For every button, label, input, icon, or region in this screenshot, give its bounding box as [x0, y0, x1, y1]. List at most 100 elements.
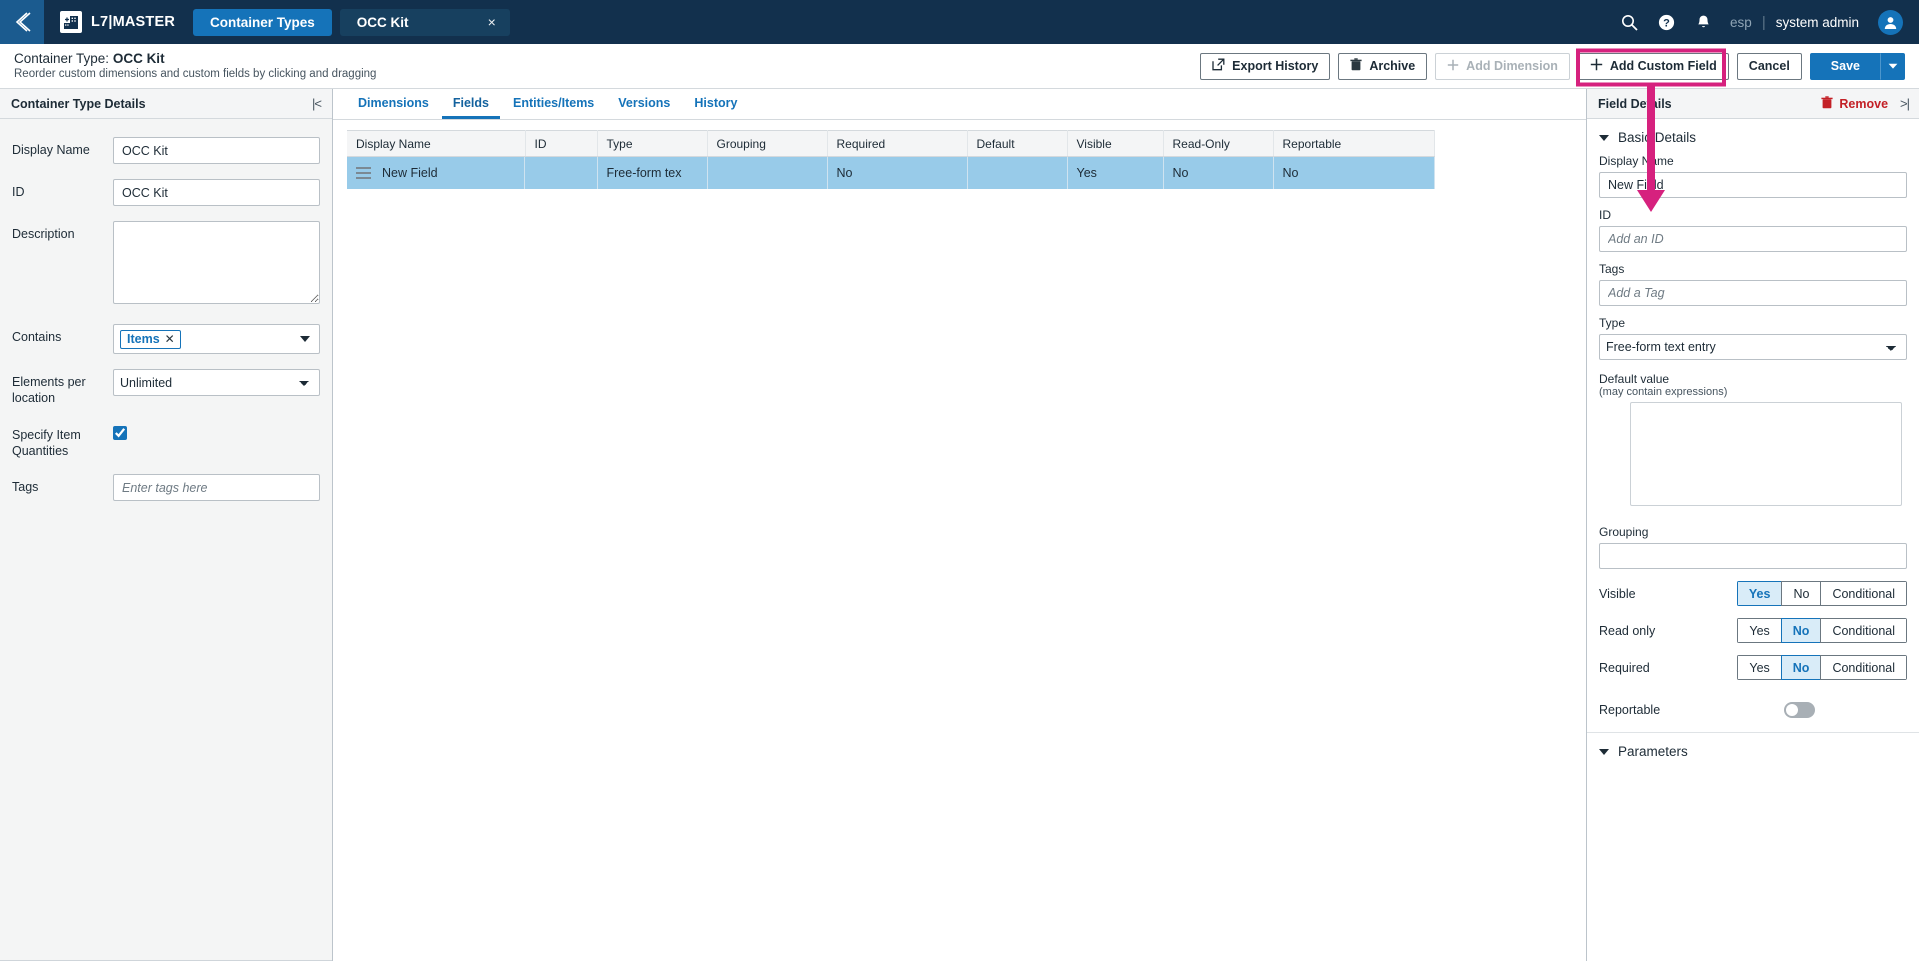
nav-tab-container-types[interactable]: Container Types — [193, 8, 332, 36]
required-option-no[interactable]: No — [1780, 655, 1821, 680]
section-basic-details[interactable]: Basic Details — [1587, 119, 1919, 154]
read-only-option-conditional[interactable]: Conditional — [1820, 618, 1907, 643]
search-icon[interactable] — [1619, 12, 1639, 32]
cancel-button[interactable]: Cancel — [1736, 52, 1802, 80]
tags-input[interactable] — [113, 474, 320, 501]
form-row-tags: Tags — [12, 474, 320, 501]
specify-item-quantities-checkbox[interactable] — [113, 425, 127, 440]
cell-display-name-text: New Field — [382, 166, 438, 180]
field-display-name-input[interactable] — [1599, 172, 1907, 198]
tab-versions[interactable]: Versions — [607, 89, 681, 119]
required-option-conditional[interactable]: Conditional — [1820, 655, 1907, 680]
nav-tab-occ-kit[interactable]: OCC Kit × — [339, 8, 510, 36]
field-id-input[interactable] — [1599, 226, 1907, 252]
collapse-right-icon[interactable]: >| — [1900, 96, 1910, 111]
column-header-required[interactable]: Required — [827, 130, 968, 157]
field-default-value: Default value (may contain expressions) — [1587, 372, 1919, 511]
tab-fields[interactable]: Fields — [441, 89, 500, 119]
back-button[interactable] — [0, 0, 44, 44]
cell-default — [967, 156, 1068, 189]
column-header-type[interactable]: Type — [597, 130, 708, 157]
field-tags-label: Tags — [1599, 262, 1625, 276]
top-navigation-bar: L7|MASTER Container Types OCC Kit × ? es… — [0, 0, 1919, 44]
tab-dimensions[interactable]: Dimensions — [347, 89, 440, 119]
save-button[interactable]: Save — [1809, 52, 1880, 80]
table-row[interactable]: New Field Free-form tex No Yes No No — [347, 156, 1435, 189]
cell-display-name[interactable]: New Field — [347, 157, 525, 189]
external-link-icon — [1212, 58, 1225, 74]
field-id-label: ID — [1599, 208, 1611, 222]
contains-multiselect[interactable]: Items ✕ — [113, 324, 320, 354]
chevron-left-icon — [15, 12, 31, 32]
elements-per-location-select[interactable]: Unlimited — [113, 369, 320, 396]
save-label: Save — [1830, 59, 1860, 73]
required-option-yes[interactable]: Yes — [1737, 655, 1781, 680]
trash-icon — [1350, 58, 1362, 74]
display-name-input[interactable] — [113, 137, 320, 164]
add-custom-field-button[interactable]: Add Custom Field — [1577, 52, 1729, 80]
column-header-default[interactable]: Default — [967, 130, 1068, 157]
page-subtitle: Reorder custom dimensions and custom fie… — [14, 68, 377, 81]
user-avatar-icon[interactable] — [1878, 9, 1903, 35]
column-header-reportable[interactable]: Reportable — [1273, 130, 1435, 157]
description-textarea[interactable] — [113, 221, 320, 304]
column-header-read-only[interactable]: Read-Only — [1163, 130, 1274, 157]
add-dimension-button: Add Dimension — [1435, 52, 1570, 80]
contains-chip-items[interactable]: Items ✕ — [120, 329, 181, 349]
chip-remove-icon[interactable]: ✕ — [165, 332, 175, 346]
field-required-label: Required — [1599, 660, 1650, 675]
cell-type: Free-form tex — [597, 156, 708, 189]
column-header-visible[interactable]: Visible — [1067, 130, 1164, 157]
archive-button[interactable]: Archive — [1338, 52, 1428, 80]
read-only-option-yes[interactable]: Yes — [1737, 618, 1781, 643]
chevron-down-icon[interactable] — [300, 336, 310, 342]
column-header-id[interactable]: ID — [525, 130, 598, 157]
chevron-down-icon — [1599, 134, 1609, 141]
field-read-only-segmented-control: Yes No Conditional — [1737, 618, 1907, 643]
locale-indicator[interactable]: esp — [1730, 15, 1752, 30]
tab-history[interactable]: History — [683, 89, 748, 119]
export-history-button[interactable]: Export History — [1200, 52, 1331, 80]
field-id: ID — [1587, 208, 1919, 252]
field-grouping: Grouping — [1587, 525, 1919, 569]
svg-text:?: ? — [1663, 17, 1670, 29]
read-only-option-no[interactable]: No — [1780, 618, 1821, 643]
cancel-label: Cancel — [1748, 59, 1790, 73]
field-type-select[interactable]: Free-form text entry — [1599, 334, 1907, 360]
left-panel-title: Container Type Details — [11, 96, 146, 111]
tab-entities-items[interactable]: Entities/Items — [502, 89, 605, 119]
toggle-knob — [1786, 704, 1798, 716]
visible-option-yes[interactable]: Yes — [1736, 581, 1782, 606]
nav-tab-strip: Container Types OCC Kit × — [193, 0, 510, 44]
field-details-body: Basic Details Display Name ID Tags Type … — [1587, 119, 1919, 961]
drag-handle-icon[interactable] — [356, 167, 371, 179]
remove-field-button[interactable]: Remove — [1821, 95, 1888, 112]
close-icon[interactable]: × — [488, 14, 496, 30]
field-type: Type Free-form text entry — [1587, 316, 1919, 360]
field-default-value-textarea[interactable] — [1630, 402, 1902, 506]
organization-block[interactable]: L7|MASTER — [60, 11, 175, 33]
id-input[interactable] — [113, 179, 320, 206]
notifications-icon[interactable] — [1693, 12, 1713, 32]
container-type-form: Display Name ID Description Contains — [0, 119, 332, 961]
fields-grid-wrapper: Display Name ID Type Grouping Required D… — [333, 120, 1586, 189]
page-title-value: OCC Kit — [112, 50, 165, 66]
export-history-label: Export History — [1232, 59, 1319, 73]
cell-visible: Yes — [1067, 156, 1164, 189]
field-visible-segmented-control: Yes No Conditional — [1736, 581, 1907, 606]
section-parameters[interactable]: Parameters — [1587, 733, 1919, 768]
field-grouping-input[interactable] — [1599, 543, 1907, 569]
field-tags-input[interactable] — [1599, 280, 1907, 306]
column-header-grouping[interactable]: Grouping — [707, 130, 828, 157]
tags-label: Tags — [12, 480, 39, 494]
collapse-left-icon[interactable]: |< — [312, 96, 322, 111]
column-header-display-name[interactable]: Display Name — [347, 130, 526, 157]
save-button-group: Save — [1809, 52, 1905, 80]
contains-chip-label: Items — [127, 331, 160, 346]
help-icon[interactable]: ? — [1656, 12, 1676, 32]
cell-grouping — [707, 156, 828, 189]
visible-option-conditional[interactable]: Conditional — [1820, 581, 1907, 606]
save-dropdown-button[interactable] — [1880, 52, 1905, 80]
field-reportable-toggle[interactable] — [1784, 702, 1815, 718]
visible-option-no[interactable]: No — [1781, 581, 1821, 606]
